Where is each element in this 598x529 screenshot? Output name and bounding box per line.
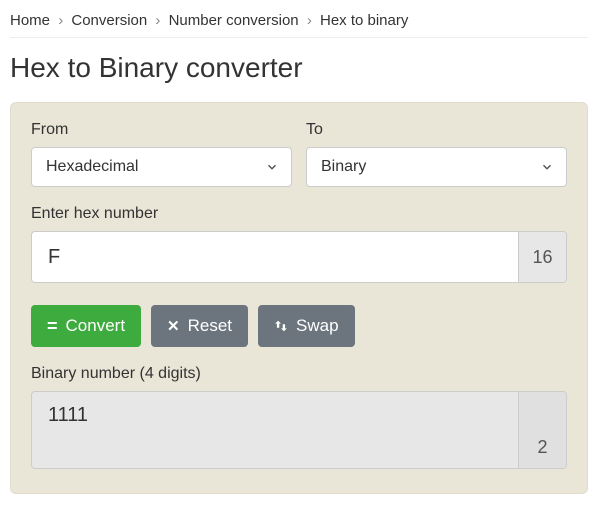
close-icon: ✕ — [167, 319, 180, 334]
reset-button[interactable]: ✕ Reset — [151, 305, 248, 347]
breadcrumb-sep: › — [307, 12, 312, 29]
to-select[interactable]: Binary — [306, 147, 567, 187]
breadcrumb-sep: › — [58, 12, 63, 29]
breadcrumb-home[interactable]: Home — [10, 12, 50, 29]
output-label: Binary number (4 digits) — [31, 365, 567, 383]
chevron-down-icon — [265, 160, 279, 174]
breadcrumb-conversion[interactable]: Conversion — [71, 12, 147, 29]
to-select-value: Binary — [321, 158, 366, 176]
binary-output[interactable] — [32, 392, 518, 468]
equals-icon: = — [47, 317, 58, 335]
swap-icon — [274, 318, 288, 334]
output-base-badge: 2 — [518, 392, 566, 468]
swap-button-label: Swap — [296, 316, 339, 336]
hex-input[interactable] — [32, 232, 518, 282]
reset-button-label: Reset — [188, 316, 232, 336]
converter-panel: From Hexadecimal To Binary Enter hex num… — [10, 102, 588, 494]
breadcrumb: Home › Conversion › Number conversion › … — [10, 8, 588, 38]
convert-button-label: Convert — [66, 316, 126, 336]
breadcrumb-current: Hex to binary — [320, 12, 408, 29]
convert-button[interactable]: = Convert — [31, 305, 141, 347]
from-select-value: Hexadecimal — [46, 158, 138, 176]
chevron-down-icon — [540, 160, 554, 174]
from-label: From — [31, 121, 292, 139]
breadcrumb-sep: › — [155, 12, 160, 29]
input-base-badge: 16 — [518, 232, 566, 282]
input-label: Enter hex number — [31, 205, 567, 223]
swap-button[interactable]: Swap — [258, 305, 355, 347]
breadcrumb-number-conversion[interactable]: Number conversion — [169, 12, 299, 29]
to-label: To — [306, 121, 567, 139]
from-select[interactable]: Hexadecimal — [31, 147, 292, 187]
page-title: Hex to Binary converter — [10, 52, 588, 84]
